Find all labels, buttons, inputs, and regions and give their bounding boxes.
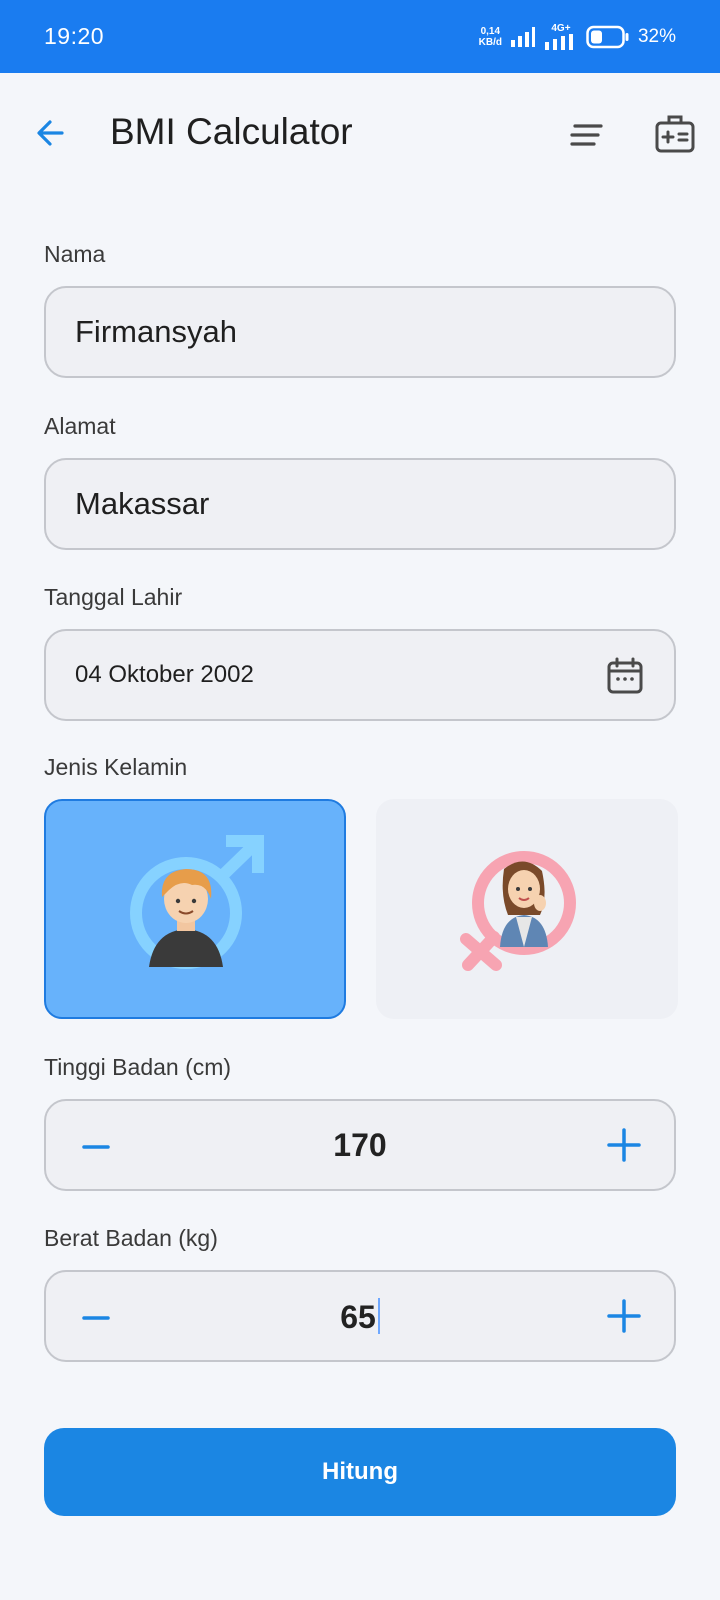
medical-kit-icon[interactable] bbox=[652, 111, 698, 157]
signal-icon-2 bbox=[544, 33, 573, 50]
status-bar: 19:20 0,14 KB/d 4G+ 32% bbox=[0, 0, 720, 73]
birth-date-field[interactable]: 04 Oktober 2002 bbox=[44, 629, 676, 721]
gender-label: Jenis Kelamin bbox=[44, 754, 188, 780]
height-label: Tinggi Badan (cm) bbox=[44, 1054, 232, 1080]
calculate-button-label: Hitung bbox=[322, 1458, 398, 1485]
text-cursor bbox=[377, 1298, 380, 1334]
network-type-label: 4G+ bbox=[551, 22, 571, 34]
weight-input[interactable]: 65 bbox=[46, 1298, 674, 1336]
network-type: 4G+ bbox=[544, 22, 578, 50]
plus-icon[interactable] bbox=[606, 1127, 642, 1163]
plus-icon[interactable] bbox=[606, 1298, 642, 1334]
battery-percent: 32% bbox=[637, 25, 676, 47]
menu-lines-icon[interactable] bbox=[566, 115, 606, 155]
calendar-icon[interactable] bbox=[606, 657, 644, 695]
birth-date-value: 04 Oktober 2002 bbox=[75, 661, 254, 688]
net-speed-unit: KB/d bbox=[478, 36, 502, 48]
gender-option-female[interactable] bbox=[376, 799, 678, 1019]
male-icon bbox=[130, 835, 264, 969]
gender-option-male[interactable] bbox=[44, 799, 346, 1019]
height-value[interactable]: 170 bbox=[46, 1127, 674, 1164]
address-label: Alamat bbox=[44, 413, 116, 439]
birth-date-label: Tanggal Lahir bbox=[44, 584, 183, 610]
weight-label: Berat Badan (kg) bbox=[44, 1225, 218, 1251]
signal-icon bbox=[510, 26, 535, 47]
weight-value: 65 bbox=[340, 1299, 376, 1335]
arrow-left-icon[interactable] bbox=[30, 113, 70, 153]
status-time: 19:20 bbox=[44, 23, 105, 49]
name-field[interactable]: Firmansyah bbox=[44, 286, 676, 378]
address-field[interactable]: Makassar bbox=[44, 458, 676, 550]
calculate-button[interactable]: Hitung bbox=[44, 1428, 676, 1516]
height-stepper: 170 bbox=[44, 1099, 676, 1191]
page-title: BMI Calculator bbox=[110, 111, 353, 152]
status-icons: 0,14 KB/d 4G+ 32% bbox=[479, 22, 676, 50]
net-speed-value: 0,14 bbox=[480, 25, 501, 37]
battery-icon bbox=[586, 25, 629, 48]
name-label: Nama bbox=[44, 241, 106, 267]
female-icon bbox=[460, 851, 576, 971]
app-bar: BMI Calculator bbox=[0, 73, 720, 193]
net-speed: 0,14 KB/d bbox=[479, 26, 502, 48]
name-value: Firmansyah bbox=[75, 314, 237, 349]
weight-stepper: 65 bbox=[44, 1270, 676, 1362]
address-value: Makassar bbox=[75, 486, 210, 521]
